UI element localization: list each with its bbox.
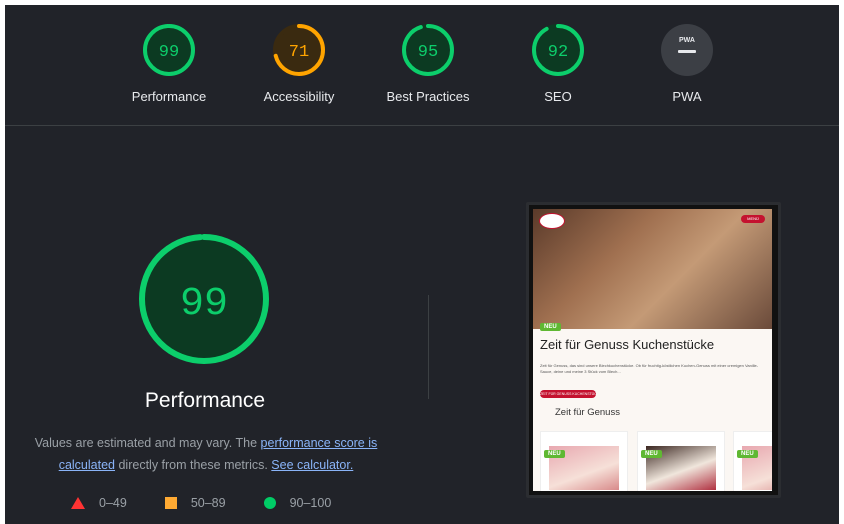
gauge-score: 71 — [289, 43, 309, 62]
see-calculator-link[interactable]: See calculator. — [271, 458, 353, 472]
square-icon — [164, 497, 177, 509]
lighthouse-report: 99 Performance 71 Accessibility 95 Best … — [5, 5, 839, 524]
legend-fail: 0–49 — [71, 496, 127, 510]
product-card: NEU — [637, 431, 725, 491]
preview-subtitle: Zeit für Genuss — [555, 407, 620, 418]
gauge-ring-icon: 92 — [532, 24, 584, 76]
score-legend: 0–49 50–89 90–100 — [71, 496, 369, 510]
preview-title: Zeit für Genuss Kuchenstücke — [540, 337, 715, 352]
score-description: Values are estimated and may vary. The p… — [34, 436, 378, 472]
circle-icon — [263, 497, 276, 509]
performance-score-gauge: 99 — [139, 234, 269, 364]
gauge-seo[interactable]: 92 SEO — [503, 23, 613, 104]
legend-average: 50–89 — [164, 496, 226, 510]
performance-score: 99 — [180, 282, 228, 327]
pwa-badge-icon: PWA — [661, 24, 713, 76]
gauge-label: SEO — [544, 89, 572, 104]
gauge-best-practices[interactable]: 95 Best Practices — [373, 23, 483, 104]
performance-title: Performance — [144, 389, 266, 412]
menu-button: MENÜ — [741, 215, 765, 223]
svg-text:PWA: PWA — [679, 37, 695, 44]
new-badge: NEU — [737, 450, 758, 458]
new-badge: NEU — [641, 450, 662, 458]
gauge-label: Best Practices — [386, 89, 470, 104]
brand-logo — [539, 213, 565, 229]
gauge-pwa[interactable]: PWA PWA — [632, 23, 742, 104]
product-card: NEU — [733, 431, 772, 491]
gauge-score: 92 — [548, 43, 568, 62]
divider — [428, 295, 429, 399]
gauge-ring-icon: 99 — [143, 24, 195, 76]
triangle-icon — [71, 497, 85, 509]
preview-body: Zeit für Genuss, das sind unsere Blechku… — [540, 363, 759, 374]
gauge-score: 99 — [159, 43, 179, 62]
category-summary-bar: 99 Performance 71 Accessibility 95 Best … — [5, 5, 839, 126]
gauge-performance[interactable]: 99 Performance — [114, 23, 224, 104]
page-preview: MENÜ NEU Zeit für Genuss Kuchenstücke Ze… — [533, 209, 772, 491]
gauge-ring-icon: 71 — [273, 24, 325, 76]
gauge-label: PWA — [672, 89, 702, 104]
gauge-accessibility[interactable]: 71 Accessibility — [244, 23, 354, 104]
gauge-score: 95 — [418, 43, 438, 62]
product-card: NEU — [540, 431, 628, 491]
new-badge: NEU — [540, 323, 561, 331]
hero-image — [533, 209, 772, 329]
gauge-label: Accessibility — [263, 89, 335, 104]
new-badge: NEU — [544, 450, 565, 458]
final-screenshot[interactable]: MENÜ NEU Zeit für Genuss Kuchenstücke Ze… — [526, 202, 781, 498]
gauge-ring-icon: 95 — [402, 24, 454, 76]
gauge-label: Performance — [131, 89, 207, 104]
preview-cta-button: ZEIT FÜR GENUSS KUCHENSTÜCKE — [540, 390, 596, 398]
legend-pass: 90–100 — [263, 496, 331, 510]
